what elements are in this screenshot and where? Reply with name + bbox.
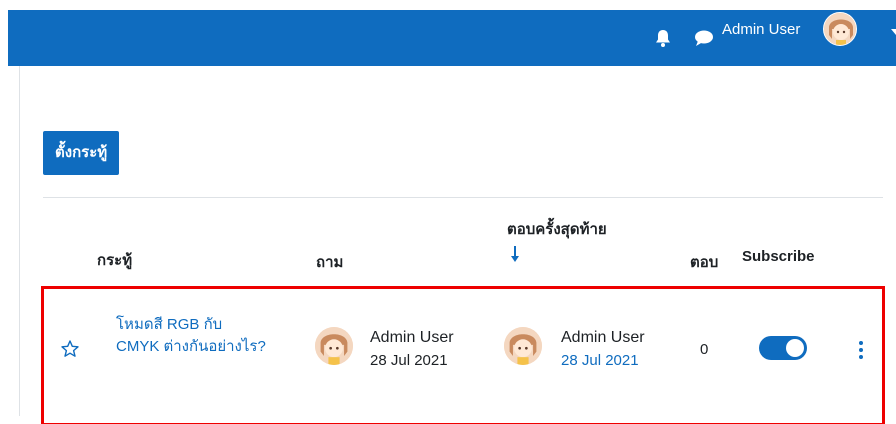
left-rail — [0, 0, 8, 424]
subscribe-toggle[interactable] — [759, 336, 807, 360]
caret-down-icon[interactable] — [890, 28, 896, 36]
header-replies[interactable]: ตอบ — [690, 250, 718, 274]
header-last-post[interactable]: ตอบครั้งสุดท้าย — [507, 219, 607, 241]
topic-title-link[interactable]: โหมดสี RGB กับ CMYK ต่างกันอย่างไร? — [116, 314, 266, 358]
toggle-knob — [786, 339, 804, 357]
chat-icon[interactable] — [693, 28, 715, 48]
arrow-down-icon — [511, 246, 519, 262]
more-actions-icon[interactable] — [857, 340, 865, 360]
avatar-image — [824, 13, 856, 45]
header-subscribe: Subscribe — [742, 248, 815, 265]
last-post-date-link[interactable]: 28 Jul 2021 — [561, 352, 639, 369]
user-avatar[interactable] — [823, 12, 857, 46]
star-icon[interactable] — [60, 339, 80, 359]
started-date: 28 Jul 2021 — [370, 352, 448, 369]
avatar[interactable] — [315, 327, 353, 365]
add-topic-button[interactable]: ตั้งกระทู้ — [43, 131, 120, 175]
header-started-by[interactable]: ถาม — [316, 250, 343, 274]
avatar[interactable] — [504, 327, 542, 365]
user-name[interactable]: Admin User — [722, 20, 800, 40]
divider — [43, 197, 883, 198]
top-navbar: Admin User — [8, 10, 896, 66]
replies-count: 0 — [700, 341, 709, 358]
avatar-image — [315, 327, 353, 365]
bell-icon[interactable] — [652, 27, 674, 49]
started-by-name: Admin User — [370, 329, 454, 346]
content-left-border — [19, 66, 20, 416]
last-post-name: Admin User — [561, 329, 645, 346]
avatar-image — [504, 327, 542, 365]
header-topic[interactable]: กระทู้ — [97, 248, 132, 272]
